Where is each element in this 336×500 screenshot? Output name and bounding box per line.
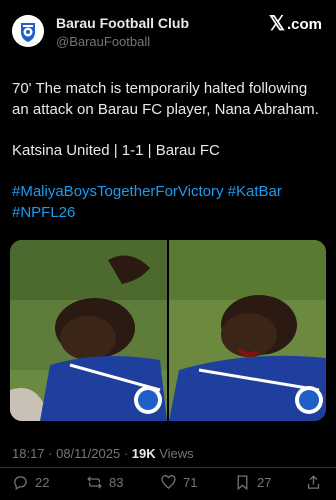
repost-count: 83 <box>109 475 124 490</box>
x-logo[interactable]: 𝕏 .com <box>269 14 322 34</box>
views-count: 19K <box>131 446 156 461</box>
reply-count: 22 <box>35 475 50 490</box>
injured-player-photo-2 <box>169 240 326 421</box>
tweet-actions: 22 83 71 27 <box>0 468 336 500</box>
repost-icon <box>87 476 102 489</box>
club-avatar[interactable] <box>12 15 44 47</box>
reply-icon <box>14 476 27 491</box>
tweet-hashtags[interactable]: #MaliyaBoysTogetherForVictory #KatBar #N… <box>12 181 328 223</box>
share-button[interactable] <box>305 474 322 491</box>
media-photo-2[interactable] <box>169 240 326 421</box>
author-handle[interactable]: @BarauFootball <box>56 34 150 49</box>
tweet-text-line1: 70' The match is temporarily halted foll… <box>12 80 319 118</box>
bookmark-count: 27 <box>257 475 272 490</box>
x-logo-suffix: .com <box>286 15 322 33</box>
repost-button[interactable]: 83 <box>86 474 123 491</box>
author-name[interactable]: Barau Football Club <box>56 15 189 31</box>
like-button[interactable]: 71 <box>160 474 197 491</box>
bookmark-icon <box>237 475 248 491</box>
like-count: 71 <box>183 475 198 490</box>
tweet-header: Barau Football Club @BarauFootball 𝕏 .co… <box>0 0 336 62</box>
tweet-meta: 18:17 · 08/11/2025 · 19K Views <box>12 446 194 461</box>
heart-icon <box>161 475 176 490</box>
club-crest-icon <box>12 15 44 47</box>
views-label: Views <box>155 446 194 461</box>
tweet-text-score: Katsina United | 1-1 | Barau FC <box>12 142 220 159</box>
share-icon <box>307 475 320 489</box>
reply-button[interactable]: 22 <box>12 474 49 491</box>
bookmark-button[interactable]: 27 <box>234 474 271 491</box>
injured-player-photo-1 <box>10 240 167 421</box>
tweet-media[interactable] <box>10 240 326 421</box>
media-photo-1[interactable] <box>10 240 167 421</box>
x-icon: 𝕏 <box>268 13 285 35</box>
tweet-datetime[interactable]: 18:17 · 08/11/2025 · <box>12 446 132 461</box>
